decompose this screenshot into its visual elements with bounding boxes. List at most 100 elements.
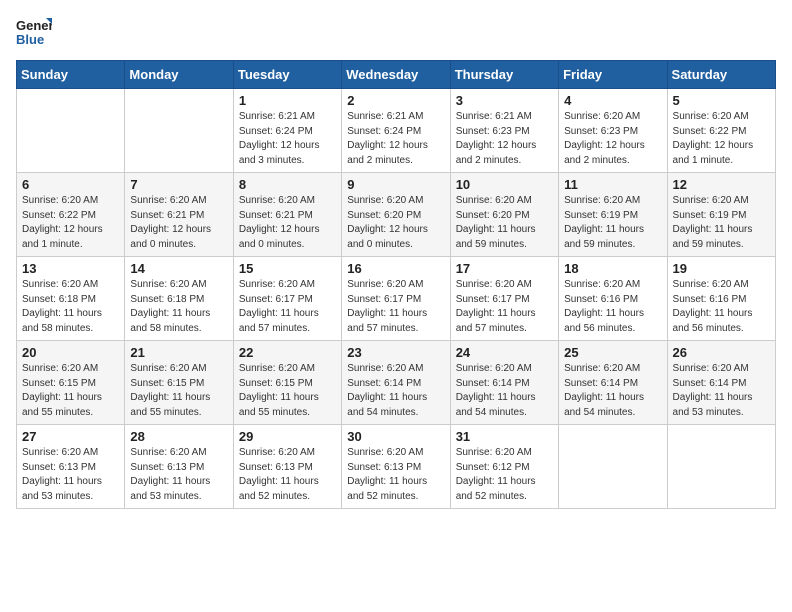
day-header-sunday: Sunday — [17, 61, 125, 89]
day-detail: Sunrise: 6:20 AM Sunset: 6:20 PM Dayligh… — [456, 194, 553, 252]
day-detail: Sunrise: 6:20 AM Sunset: 6:20 PM Dayligh… — [347, 194, 444, 252]
day-cell: 18Sunrise: 6:20 AM Sunset: 6:16 PM Dayli… — [559, 257, 667, 341]
day-detail: Sunrise: 6:20 AM Sunset: 6:12 PM Dayligh… — [456, 446, 553, 504]
day-cell: 8 Sunrise: 6:20 AM Sunset: 6:21 PM Daylig… — [233, 173, 341, 257]
day-detail: Sunrise: 6:20 AM Sunset: 6:22 PM Dayligh… — [673, 110, 770, 168]
day-cell: 15 Sunrise: 6:20 AM Sunset: 6:17 PM Dayli… — [233, 257, 341, 341]
day-cell: 12 Sunrise: 6:20 AM Sunset: 6:19 PM Dayli… — [667, 173, 775, 257]
day-cell — [559, 425, 667, 509]
day-detail: Sunrise: 6:20 AM Sunset: 6:18 PM Dayligh… — [130, 278, 227, 336]
day-cell: 29 Sunrise: 6:20 AM Sunset: 6:13 PM Dayli… — [233, 425, 341, 509]
day-cell: 10 Sunrise: 6:20 AM Sunset: 6:20 PM Dayli… — [450, 173, 558, 257]
logo-icon: General Blue — [16, 16, 52, 52]
day-header-saturday: Saturday — [667, 61, 775, 89]
day-number: 3 — [456, 93, 553, 108]
day-cell: 31 Sunrise: 6:20 AM Sunset: 6:12 PM Dayli… — [450, 425, 558, 509]
day-cell — [667, 425, 775, 509]
day-detail: Sunrise: 6:20 AM Sunset: 6:14 PM Dayligh… — [564, 362, 661, 420]
day-detail: Sunrise: 6:20 AM Sunset: 6:22 PM Dayligh… — [22, 194, 119, 252]
day-detail: Sunrise: 6:20 AM Sunset: 6:16 PM Dayligh… — [564, 278, 661, 336]
day-cell: 20 Sunrise: 6:20 AM Sunset: 6:15 PM Dayli… — [17, 341, 125, 425]
day-number: 7 — [130, 177, 227, 192]
day-detail: Sunrise: 6:20 AM Sunset: 6:13 PM Dayligh… — [239, 446, 336, 504]
day-detail: Sunrise: 6:20 AM Sunset: 6:19 PM Dayligh… — [564, 194, 661, 252]
day-number: 14 — [130, 261, 227, 276]
day-cell: 3 Sunrise: 6:21 AM Sunset: 6:23 PM Daylig… — [450, 89, 558, 173]
day-number: 6 — [22, 177, 119, 192]
day-number: 29 — [239, 429, 336, 444]
day-detail: Sunrise: 6:20 AM Sunset: 6:13 PM Dayligh… — [22, 446, 119, 504]
svg-text:General: General — [16, 18, 52, 33]
day-number: 13 — [22, 261, 119, 276]
day-number: 9 — [347, 177, 444, 192]
day-header-tuesday: Tuesday — [233, 61, 341, 89]
day-number: 2 — [347, 93, 444, 108]
day-cell: 25Sunrise: 6:20 AM Sunset: 6:14 PM Dayli… — [559, 341, 667, 425]
day-number: 22 — [239, 345, 336, 360]
day-cell: 24 Sunrise: 6:20 AM Sunset: 6:14 PM Dayli… — [450, 341, 558, 425]
day-number: 10 — [456, 177, 553, 192]
day-detail: Sunrise: 6:21 AM Sunset: 6:23 PM Dayligh… — [456, 110, 553, 168]
day-number: 5 — [673, 93, 770, 108]
day-number: 4 — [564, 93, 661, 108]
day-detail: Sunrise: 6:20 AM Sunset: 6:21 PM Dayligh… — [239, 194, 336, 252]
day-cell: 9 Sunrise: 6:20 AM Sunset: 6:20 PM Daylig… — [342, 173, 450, 257]
day-cell: 22 Sunrise: 6:20 AM Sunset: 6:15 PM Dayli… — [233, 341, 341, 425]
day-cell: 7 Sunrise: 6:20 AM Sunset: 6:21 PM Daylig… — [125, 173, 233, 257]
day-detail: Sunrise: 6:20 AM Sunset: 6:19 PM Dayligh… — [673, 194, 770, 252]
calendar-header-row: SundayMondayTuesdayWednesdayThursdayFrid… — [17, 61, 776, 89]
day-detail: Sunrise: 6:20 AM Sunset: 6:13 PM Dayligh… — [347, 446, 444, 504]
day-cell: 27 Sunrise: 6:20 AM Sunset: 6:13 PM Dayli… — [17, 425, 125, 509]
day-cell: 13 Sunrise: 6:20 AM Sunset: 6:18 PM Dayli… — [17, 257, 125, 341]
day-number: 26 — [673, 345, 770, 360]
day-number: 20 — [22, 345, 119, 360]
day-detail: Sunrise: 6:21 AM Sunset: 6:24 PM Dayligh… — [239, 110, 336, 168]
day-number: 12 — [673, 177, 770, 192]
day-number: 21 — [130, 345, 227, 360]
page-header: General Blue — [16, 16, 776, 52]
day-number: 27 — [22, 429, 119, 444]
day-detail: Sunrise: 6:20 AM Sunset: 6:14 PM Dayligh… — [456, 362, 553, 420]
day-cell: 14 Sunrise: 6:20 AM Sunset: 6:18 PM Dayli… — [125, 257, 233, 341]
day-cell — [125, 89, 233, 173]
week-row-4: 20 Sunrise: 6:20 AM Sunset: 6:15 PM Dayli… — [17, 341, 776, 425]
calendar-table: SundayMondayTuesdayWednesdayThursdayFrid… — [16, 60, 776, 509]
day-detail: Sunrise: 6:20 AM Sunset: 6:18 PM Dayligh… — [22, 278, 119, 336]
day-detail: Sunrise: 6:20 AM Sunset: 6:16 PM Dayligh… — [673, 278, 770, 336]
day-cell: 2 Sunrise: 6:21 AM Sunset: 6:24 PM Daylig… — [342, 89, 450, 173]
day-cell: 23Sunrise: 6:20 AM Sunset: 6:14 PM Dayli… — [342, 341, 450, 425]
day-detail: Sunrise: 6:20 AM Sunset: 6:15 PM Dayligh… — [239, 362, 336, 420]
day-header-friday: Friday — [559, 61, 667, 89]
day-detail: Sunrise: 6:20 AM Sunset: 6:14 PM Dayligh… — [673, 362, 770, 420]
day-detail: Sunrise: 6:20 AM Sunset: 6:15 PM Dayligh… — [22, 362, 119, 420]
day-cell: 5 Sunrise: 6:20 AM Sunset: 6:22 PM Daylig… — [667, 89, 775, 173]
week-row-2: 6 Sunrise: 6:20 AM Sunset: 6:22 PM Daylig… — [17, 173, 776, 257]
day-header-wednesday: Wednesday — [342, 61, 450, 89]
day-cell: 6 Sunrise: 6:20 AM Sunset: 6:22 PM Daylig… — [17, 173, 125, 257]
day-detail: Sunrise: 6:20 AM Sunset: 6:17 PM Dayligh… — [347, 278, 444, 336]
svg-text:Blue: Blue — [16, 32, 44, 47]
week-row-5: 27 Sunrise: 6:20 AM Sunset: 6:13 PM Dayli… — [17, 425, 776, 509]
day-number: 17 — [456, 261, 553, 276]
day-cell: 11 Sunrise: 6:20 AM Sunset: 6:19 PM Dayli… — [559, 173, 667, 257]
day-number: 8 — [239, 177, 336, 192]
day-detail: Sunrise: 6:20 AM Sunset: 6:17 PM Dayligh… — [239, 278, 336, 336]
day-number: 11 — [564, 177, 661, 192]
day-header-thursday: Thursday — [450, 61, 558, 89]
day-detail: Sunrise: 6:20 AM Sunset: 6:21 PM Dayligh… — [130, 194, 227, 252]
day-detail: Sunrise: 6:21 AM Sunset: 6:24 PM Dayligh… — [347, 110, 444, 168]
day-number: 23 — [347, 345, 444, 360]
day-cell — [17, 89, 125, 173]
day-number: 31 — [456, 429, 553, 444]
day-number: 28 — [130, 429, 227, 444]
day-header-monday: Monday — [125, 61, 233, 89]
day-cell: 1Sunrise: 6:21 AM Sunset: 6:24 PM Daylig… — [233, 89, 341, 173]
day-detail: Sunrise: 6:20 AM Sunset: 6:17 PM Dayligh… — [456, 278, 553, 336]
day-cell: 16Sunrise: 6:20 AM Sunset: 6:17 PM Dayli… — [342, 257, 450, 341]
day-detail: Sunrise: 6:20 AM Sunset: 6:15 PM Dayligh… — [130, 362, 227, 420]
day-number: 15 — [239, 261, 336, 276]
day-detail: Sunrise: 6:20 AM Sunset: 6:23 PM Dayligh… — [564, 110, 661, 168]
day-number: 24 — [456, 345, 553, 360]
day-cell: 28Sunrise: 6:20 AM Sunset: 6:13 PM Dayli… — [125, 425, 233, 509]
week-row-1: 1Sunrise: 6:21 AM Sunset: 6:24 PM Daylig… — [17, 89, 776, 173]
